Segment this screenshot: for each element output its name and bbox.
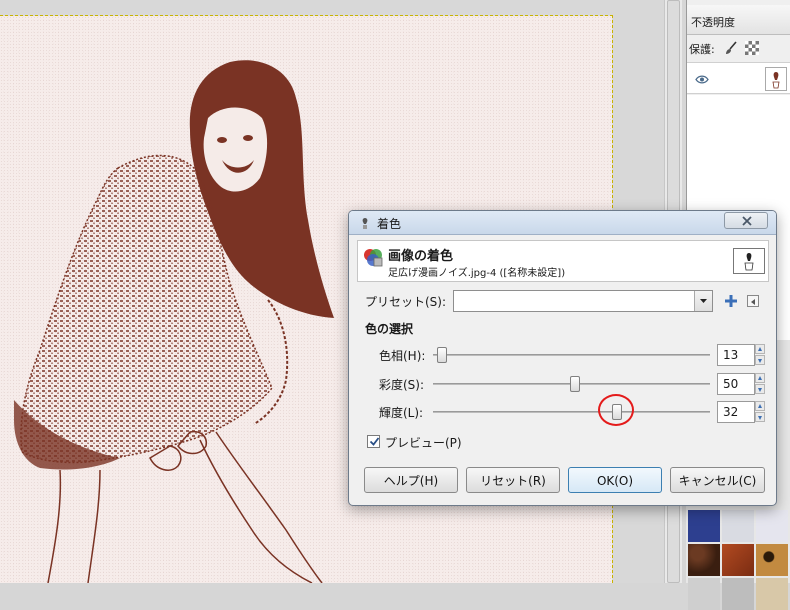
pattern-swatch[interactable] (756, 544, 788, 576)
saturation-slider-thumb[interactable] (570, 376, 580, 392)
thumbnail-figure-icon (772, 72, 780, 89)
checkmark-icon (369, 437, 380, 446)
hue-slider-track[interactable] (433, 354, 710, 356)
gimp-app-icon (362, 218, 368, 229)
decrement-button[interactable] (755, 384, 765, 394)
decrement-button[interactable] (755, 355, 765, 365)
opacity-label: 不透明度 (687, 5, 790, 35)
layer-row[interactable] (687, 62, 790, 94)
preset-label: プリセット(S): (365, 295, 447, 309)
hue-slider-thumb[interactable] (437, 347, 447, 363)
lock-alpha-icon[interactable] (745, 41, 759, 55)
saturation-spin-buttons[interactable] (755, 373, 765, 395)
triangle-left-icon (751, 299, 755, 305)
lock-pixels-brush-icon[interactable] (724, 41, 738, 55)
decrement-button[interactable] (755, 412, 765, 422)
pattern-swatch[interactable] (688, 544, 720, 576)
ok-button[interactable]: OK(O) (568, 467, 662, 493)
lock-row: 保護: (687, 36, 790, 60)
pattern-swatch[interactable] (756, 510, 788, 542)
preview-checkbox[interactable] (367, 435, 380, 448)
visibility-eye-icon[interactable] (695, 75, 709, 84)
hue-spin-buttons[interactable] (755, 344, 765, 366)
pattern-swatch[interactable] (722, 544, 754, 576)
section-label: 色の選択 (365, 322, 414, 336)
annotation-circle (598, 394, 634, 426)
hue-label: 色相(H): (379, 349, 426, 363)
increment-button[interactable] (755, 344, 765, 354)
dialog-header: 画像の着色 足広げ漫画ノイズ.jpg-4 ([名称未設定]) (357, 240, 769, 282)
close-icon (742, 216, 752, 226)
dialog-title: 着色 (377, 217, 402, 231)
preview-label[interactable]: プレビュー(P) (385, 434, 462, 451)
image-thumbnail (733, 248, 765, 274)
patterns-panel (686, 510, 790, 610)
hue-value-field[interactable]: 13 (717, 344, 755, 366)
increment-button[interactable] (755, 373, 765, 383)
reset-button[interactable]: リセット(R) (466, 467, 560, 493)
pattern-swatch[interactable] (722, 510, 754, 542)
colorize-icon (364, 249, 383, 267)
saturation-label: 彩度(S): (379, 378, 425, 392)
lightness-spin-buttons[interactable] (755, 401, 765, 423)
increment-button[interactable] (755, 401, 765, 411)
header-title: 画像の着色 (388, 249, 454, 264)
dialog-titlebar[interactable]: 着色 (349, 211, 776, 235)
close-button[interactable] (724, 212, 768, 229)
header-subtitle: 足広げ漫画ノイズ.jpg-4 ([名称未設定]) (388, 268, 566, 279)
preset-combobox[interactable] (453, 290, 713, 312)
layer-thumbnail[interactable] (765, 67, 787, 91)
colorize-dialog: 着色 画像の着色 足広げ漫画ノイズ.jpg-4 ([名称未設定]) プリセット(… (348, 210, 777, 506)
pattern-swatch[interactable] (688, 510, 720, 542)
chevron-down-icon (700, 299, 707, 303)
saturation-value-field[interactable]: 50 (717, 373, 755, 395)
lightness-value-field[interactable]: 32 (717, 401, 755, 423)
thumbnail-figure-icon (744, 253, 754, 271)
add-preset-icon[interactable] (724, 294, 738, 308)
combo-dropdown-button[interactable] (694, 291, 712, 311)
help-button[interactable]: ヘルプ(H) (364, 467, 458, 493)
lightness-slider-track[interactable] (433, 411, 710, 413)
lightness-label: 輝度(L): (379, 406, 424, 420)
lock-label: 保護: (689, 43, 715, 56)
cancel-button[interactable]: キャンセル(C) (670, 467, 765, 493)
preset-menu-icon[interactable] (747, 295, 759, 307)
